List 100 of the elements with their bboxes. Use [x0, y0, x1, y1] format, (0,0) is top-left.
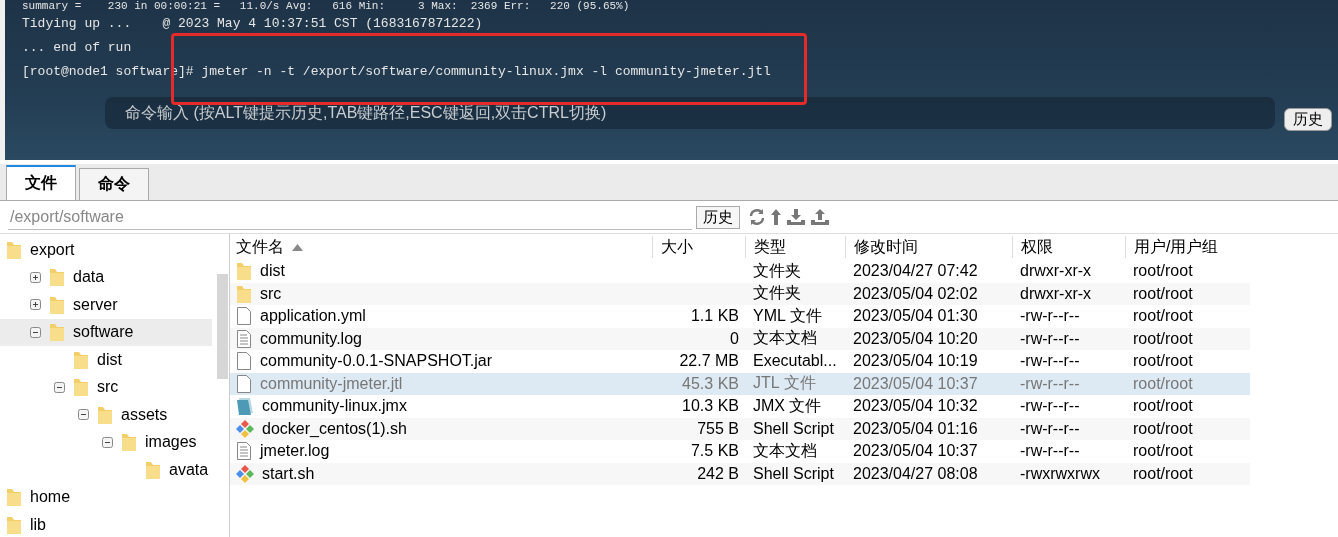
table-cell: Shell Script: [753, 464, 834, 483]
table-cell: 45.3 KB: [682, 374, 739, 393]
toggle-icon[interactable]: [30, 271, 43, 283]
history-button[interactable]: 历史: [1284, 108, 1332, 131]
up-arrow-icon[interactable]: [770, 208, 782, 226]
tab[interactable]: 命令: [79, 168, 149, 200]
folder-icon: [73, 377, 89, 398]
table-cell-text: 文件夹: [753, 260, 801, 281]
table-cell: root/root: [1133, 464, 1193, 483]
file-row[interactable]: community.log 0 文本文档 2023/05/04 10:20 -rw-r--r-- root/root: [230, 327, 1250, 350]
table-cell: root/root: [1133, 397, 1193, 416]
table-cell: 2023/05/04 10:32: [853, 397, 978, 416]
download-icon[interactable]: [786, 208, 806, 226]
folder-icon: [73, 349, 89, 370]
file-row[interactable]: community-linux.jmx 10.3 KB JMX 文件 2023/05/04 10:32 -rw-r--r-- root/root: [230, 395, 1250, 418]
folder-icon: [49, 322, 65, 343]
text-file-icon: [236, 441, 252, 462]
table-cell: 0: [730, 329, 739, 348]
table-cell: 2023/04/27 07:42: [853, 262, 978, 281]
column-header[interactable]: 大小: [652, 236, 745, 258]
table-cell: root/root: [1133, 419, 1193, 438]
scrollbar[interactable]: [217, 274, 228, 379]
toggle-icon[interactable]: [102, 436, 115, 448]
file-row[interactable]: src 文件夹 2023/05/04 02:02 drwxr-xr-x root/root: [230, 282, 1250, 305]
table-cell-text: JTL 文件: [753, 373, 816, 394]
tree-item[interactable]: dist: [0, 346, 212, 374]
file-name: community.log: [260, 329, 362, 348]
table-cell: 2023/05/04 10:37: [853, 442, 978, 461]
table-cell: 242 B: [697, 464, 739, 483]
folder-icon: [121, 432, 137, 453]
table-cell: root/root: [1133, 374, 1193, 393]
file-row[interactable]: community-0.0.1-SNAPSHOT.jar 22.7 MB Executabl... 2023/05/04 10:19 -rw-r--r-- root/root: [230, 350, 1250, 373]
file-name: application.yml: [260, 307, 366, 326]
table-cell: Shell Script: [753, 419, 834, 438]
file-row[interactable]: community-jmeter.jtl 45.3 KB JTL 文件 2023/05/04 10:37 -rw-r--r-- root/root: [230, 372, 1250, 395]
file-row[interactable]: jmeter.log 7.5 KB 文本文档 2023/05/04 10:37 -rw-r--r-- root/root: [230, 440, 1250, 463]
tree-item[interactable]: export: [0, 236, 212, 264]
tree-item[interactable]: data: [0, 263, 212, 291]
text-file-icon: [236, 328, 252, 349]
column-header[interactable]: 修改时间: [845, 236, 1012, 258]
table-cell: root/root: [1133, 352, 1193, 371]
toggle-icon[interactable]: [30, 299, 43, 311]
terminal-line: Tidying up ... @ 2023 May 4 10:37:51 CST (1683167871222): [22, 15, 484, 33]
file-row[interactable]: dist 文件夹 2023/04/27 07:42 drwxr-xr-x root/root: [230, 260, 1250, 283]
column-header[interactable]: 权限: [1012, 236, 1125, 258]
tree-item[interactable]: avata: [0, 456, 212, 484]
toggle-icon[interactable]: [30, 326, 43, 338]
tree-item[interactable]: lib: [0, 511, 212, 537]
toggle-icon[interactable]: [78, 409, 91, 421]
table-cell: -rw-r--r--: [1020, 352, 1080, 371]
refresh-icon[interactable]: [748, 208, 766, 226]
table-cell: 10.3 KB: [682, 397, 739, 416]
toggle-icon[interactable]: [54, 381, 67, 393]
table-cell: Executabl...: [753, 352, 837, 371]
file-icon: [236, 306, 252, 327]
table-cell: root/root: [1133, 442, 1193, 461]
tree-item[interactable]: images: [0, 428, 212, 456]
file-name: dist: [260, 262, 285, 281]
command-input[interactable]: 命令输入 (按ALT键提示历史,TAB键路径,ESC键返回,双击CTRL切换): [105, 96, 1275, 129]
file-row[interactable]: start.sh 242 B Shell Script 2023/04/27 08:08 -rwxrwxrwx root/root: [230, 462, 1250, 485]
file-name: docker_centos(1).sh: [262, 419, 407, 438]
file-name: jmeter.log: [260, 442, 330, 461]
table-cell: -rw-r--r--: [1020, 374, 1080, 393]
tree-item[interactable]: home: [0, 483, 212, 511]
sort-up-icon: [292, 243, 303, 251]
table-cell: 2023/05/04 10:20: [853, 329, 978, 348]
table-cell: -rwxrwxrwx: [1020, 464, 1100, 483]
tree-item[interactable]: server: [0, 291, 212, 319]
terminal-line: ... end of run: [22, 39, 133, 57]
tab[interactable]: 文件: [6, 165, 76, 200]
file-name: start.sh: [262, 464, 315, 483]
folder-icon: [236, 283, 252, 304]
file-row[interactable]: docker_centos(1).sh 755 B Shell Script 2023/05/04 01:16 -rw-r--r-- root/root: [230, 417, 1250, 440]
table-cell-text: 文本文档: [753, 328, 817, 349]
folder-icon: [236, 261, 252, 282]
notepad-icon: [236, 396, 254, 417]
folder-icon: [145, 459, 161, 480]
table-cell: 2023/05/04 01:16: [853, 419, 978, 438]
table-cell-text: JMX 文件: [753, 395, 822, 416]
table-cell: 755 B: [697, 419, 739, 438]
file-row[interactable]: application.yml 1.1 KB YML 文件 2023/05/04 01:30 -rw-r--r-- root/root: [230, 305, 1250, 328]
table-cell: 2023/04/27 08:08: [853, 464, 978, 483]
table-cell: -rw-r--r--: [1020, 419, 1080, 438]
column-header[interactable]: 用户/用户组: [1125, 236, 1250, 258]
history-button[interactable]: 历史: [696, 205, 740, 229]
table-cell: -rw-r--r--: [1020, 397, 1080, 416]
tree-item[interactable]: src: [0, 373, 212, 401]
file-name: community-jmeter.jtl: [260, 374, 403, 393]
upload-icon[interactable]: [810, 208, 830, 226]
tree-item[interactable]: assets: [0, 401, 212, 429]
folder-icon: [6, 239, 22, 260]
table-cell: drwxr-xr-x: [1020, 284, 1092, 303]
tree-item[interactable]: software: [0, 318, 212, 346]
folder-icon: [49, 267, 65, 288]
table-cell: root/root: [1133, 329, 1193, 348]
table-cell: root/root: [1133, 307, 1193, 326]
column-header[interactable]: 文件名: [230, 236, 652, 258]
folder-icon: [6, 514, 22, 535]
table-cell-text: 文本文档: [753, 440, 817, 461]
column-header[interactable]: 类型: [745, 236, 845, 258]
